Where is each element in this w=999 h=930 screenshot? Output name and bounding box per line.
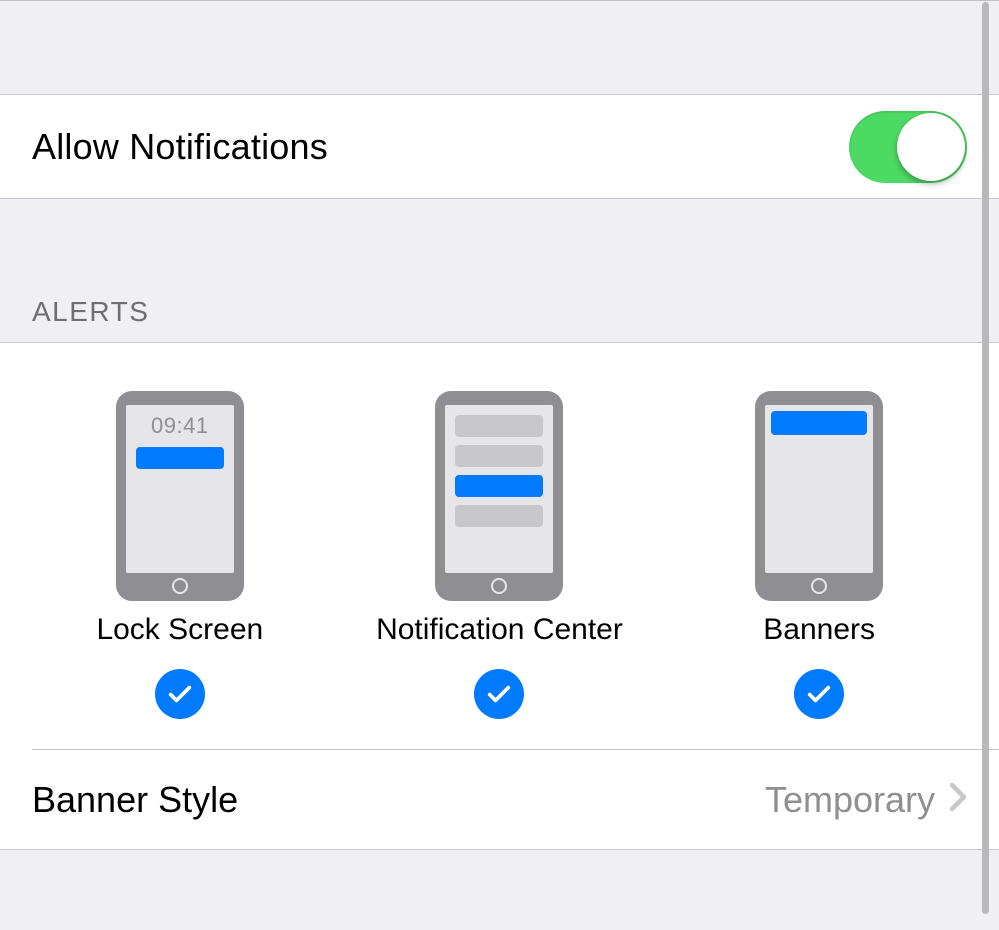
banner-style-label: Banner Style xyxy=(32,779,238,821)
alert-option-lock-screen[interactable]: 09:41 Lock Screen xyxy=(30,391,330,719)
lock-screen-time: 09:41 xyxy=(136,413,224,439)
home-button-icon xyxy=(172,578,188,594)
alerts-section-header: ALERTS xyxy=(0,199,999,343)
nc-bar-icon xyxy=(455,505,543,527)
banner-style-value: Temporary xyxy=(765,779,935,821)
chevron-right-icon xyxy=(949,781,967,818)
allow-notifications-row: Allow Notifications xyxy=(0,94,999,199)
nc-bar-active-icon xyxy=(455,475,543,497)
notification-center-check-icon xyxy=(474,669,524,719)
toggle-knob xyxy=(897,113,965,181)
phone-screen: 09:41 xyxy=(126,405,234,573)
banners-phone-icon xyxy=(755,391,883,601)
lock-screen-label: Lock Screen xyxy=(96,613,263,647)
lock-screen-check-icon xyxy=(155,669,205,719)
allow-notifications-label: Allow Notifications xyxy=(32,126,328,168)
phone-screen xyxy=(765,405,873,573)
banners-label: Banners xyxy=(763,613,875,647)
alert-option-banners[interactable]: Banners xyxy=(669,391,969,719)
lock-screen-phone-icon: 09:41 xyxy=(116,391,244,601)
alerts-header-label: ALERTS xyxy=(32,296,149,328)
home-button-icon xyxy=(811,578,827,594)
alert-option-notification-center[interactable]: Notification Center xyxy=(349,391,649,719)
alerts-options: 09:41 Lock Screen Notificati xyxy=(0,343,999,749)
banner-style-row[interactable]: Banner Style Temporary xyxy=(0,750,999,850)
allow-notifications-toggle[interactable] xyxy=(849,111,967,183)
phone-screen xyxy=(445,405,553,573)
notification-center-phone-icon xyxy=(435,391,563,601)
top-spacer xyxy=(0,1,999,94)
scrollbar[interactable] xyxy=(982,2,989,914)
home-button-icon xyxy=(491,578,507,594)
nc-bar-icon xyxy=(455,445,543,467)
banner-bar-icon xyxy=(771,411,867,435)
alerts-group: 09:41 Lock Screen Notificati xyxy=(0,343,999,850)
banners-check-icon xyxy=(794,669,844,719)
notification-bar-icon xyxy=(136,447,224,469)
notification-center-label: Notification Center xyxy=(376,613,623,647)
nc-bar-icon xyxy=(455,415,543,437)
